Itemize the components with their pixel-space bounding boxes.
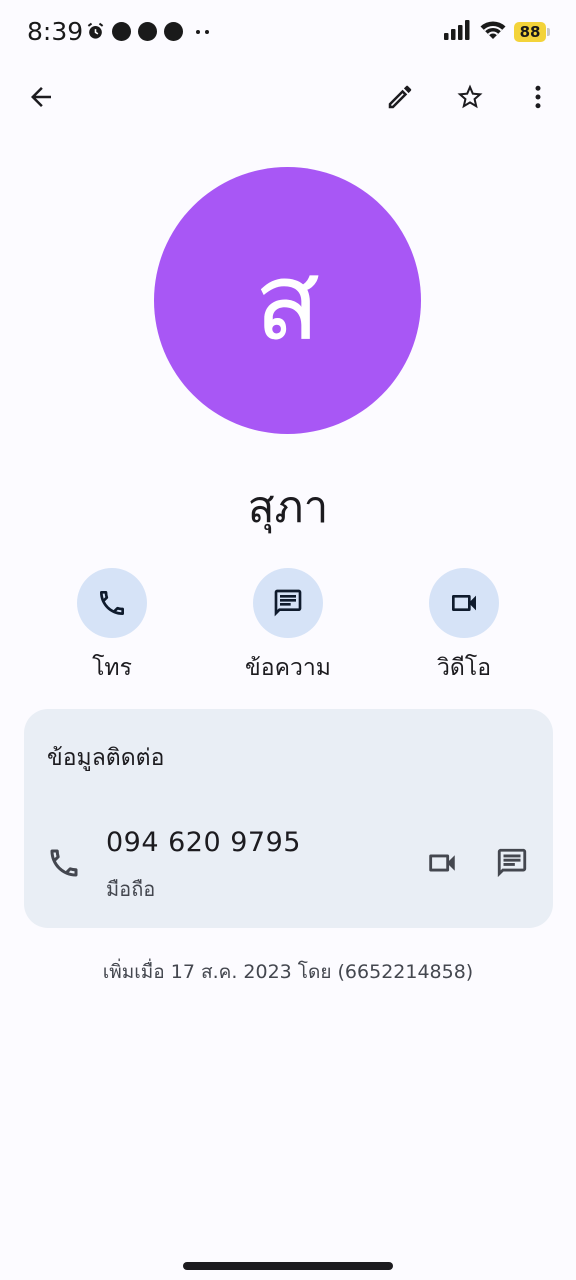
top-app-bar — [0, 68, 576, 126]
signal-icon — [444, 20, 472, 44]
system-icons: 88 — [444, 20, 550, 44]
notification-icons — [86, 22, 183, 41]
quick-actions: โทร ข้อความ วิดีโอ — [0, 568, 576, 688]
videocam-icon — [429, 854, 455, 872]
leaf-icon — [138, 22, 157, 41]
status-time: 8:39 — [27, 17, 84, 46]
alarm-icon — [86, 22, 105, 41]
line-icon — [112, 22, 131, 41]
contact-name: สุภา — [247, 482, 329, 533]
video-call-number-button[interactable] — [420, 841, 464, 885]
favorite-button[interactable] — [447, 74, 493, 120]
home-indicator[interactable] — [183, 1262, 393, 1270]
status-bar: 8:39 88 — [0, 0, 576, 68]
videocam-icon — [452, 595, 476, 611]
contact-info-card: ข้อมูลติดต่อ 094 620 9795 มือถือ — [24, 709, 553, 928]
video-action-circle[interactable] — [429, 568, 499, 638]
phone-icon — [50, 849, 78, 877]
phone-number-row[interactable] — [46, 845, 82, 881]
video-action-button[interactable]: วิดีโอ — [384, 568, 544, 686]
star-outline-icon — [457, 84, 483, 109]
message-action-button[interactable]: ข้อความ — [208, 568, 368, 686]
wifi-icon — [480, 20, 506, 44]
contact-info-title: ข้อมูลติดต่อ — [47, 745, 165, 771]
more-vert-icon — [535, 85, 541, 109]
battery-indicator: 88 — [514, 22, 550, 42]
added-info-text: เพิ่มเมื่อ 17 ส.ค. 2023 โดย (6652214858) — [102, 961, 474, 983]
message-icon — [497, 848, 527, 878]
phone-number[interactable]: 094 620 9795 — [106, 827, 301, 858]
phone-type-label: มือถือ — [106, 877, 156, 901]
avatar-letter: ส — [254, 239, 321, 365]
video-action-label: วิดีโอ — [436, 655, 492, 681]
message-action-label: ข้อความ — [245, 655, 331, 681]
more-options-button[interactable] — [515, 74, 561, 120]
back-button[interactable] — [18, 74, 64, 120]
call-action-label: โทร — [92, 655, 132, 681]
edit-pencil-icon — [388, 85, 412, 109]
message-number-button[interactable] — [490, 841, 534, 885]
message-action-circle[interactable] — [253, 568, 323, 638]
back-arrow-icon — [31, 87, 51, 107]
edit-button[interactable] — [377, 74, 423, 120]
line-icon — [164, 22, 183, 41]
call-action-button[interactable]: โทร — [32, 568, 192, 686]
phone-icon — [100, 591, 124, 615]
message-icon — [274, 589, 302, 617]
more-notifications-icon — [196, 30, 209, 34]
call-action-circle[interactable] — [77, 568, 147, 638]
contact-avatar: ส — [154, 167, 421, 434]
